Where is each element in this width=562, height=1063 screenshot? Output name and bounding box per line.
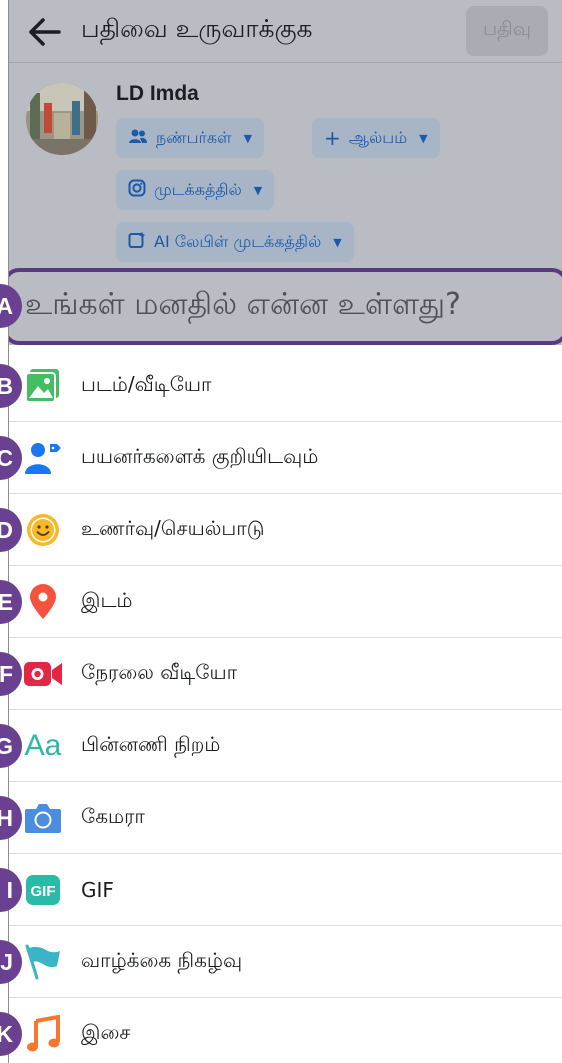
ai-label-button[interactable]: AI லேபிள் முடக்கத்தில் ▼: [116, 222, 354, 262]
option-label: வாழ்க்கை நிகழ்வு: [81, 948, 243, 972]
option-label: பின்னணி நிறம்: [81, 732, 221, 756]
post-button[interactable]: பதிவு: [466, 6, 548, 56]
background-color-icon: Aa: [24, 728, 62, 762]
option-label: கேமரா: [81, 804, 145, 828]
option-label: உணர்வு/செயல்பாடு: [81, 516, 265, 540]
instagram-icon: [128, 179, 146, 201]
svg-text:GIF: GIF: [31, 883, 56, 900]
camera-icon: [23, 798, 63, 838]
ai-label-text: AI லேபிள் முடக்கத்தில்: [154, 231, 322, 251]
option-label: GIF: [81, 877, 114, 902]
location-pin-icon: [23, 582, 63, 622]
composer-placeholder[interactable]: உங்கள் மனதில் என்ன உள்ளது?: [25, 287, 461, 326]
friends-icon: [128, 128, 148, 148]
user-name: LD Imda: [116, 82, 199, 105]
app-header: பதிவை உருவாக்குக பதிவு: [9, 0, 562, 63]
option-label: இடம்: [81, 588, 133, 612]
back-arrow-icon[interactable]: [27, 16, 61, 48]
plus-icon: +: [324, 126, 341, 150]
create-post-screen: பதிவை உருவாக்குக பதிவு LD Imda நண்பர்கள்…: [0, 0, 562, 1063]
live-video-icon: [23, 654, 63, 694]
option-location[interactable]: இடம்: [9, 566, 562, 638]
audience-friends-button[interactable]: நண்பர்கள் ▼: [116, 118, 265, 158]
instagram-share-button[interactable]: முடக்கத்தில் ▼: [116, 170, 275, 210]
album-button[interactable]: + ஆல்பம் ▼: [312, 118, 440, 158]
option-label: பயனர்களைக் குறியிடவும்: [81, 444, 319, 468]
album-label: ஆல்பம்: [348, 127, 408, 147]
chevron-down-icon: ▼: [253, 183, 263, 197]
music-note-icon: [23, 1014, 63, 1054]
option-photo-video[interactable]: படம்/வீடியோ: [9, 349, 562, 422]
chevron-down-icon: ▼: [419, 131, 428, 145]
chevron-down-icon: ▼: [243, 131, 253, 145]
option-label: நேரலை வீடியோ: [81, 660, 238, 684]
feeling-smiley-icon: [23, 510, 63, 550]
post-options-list: படம்/வீடியோ பயனர்களைக் குறியிடவும் உணர்வ…: [9, 349, 562, 1063]
gif-icon: GIF: [23, 870, 63, 910]
photo-video-icon: [23, 365, 63, 405]
option-tag-people[interactable]: பயனர்களைக் குறியிடவும்: [9, 422, 562, 494]
option-camera[interactable]: கேமரா: [9, 782, 562, 854]
option-live-video[interactable]: நேரலை வீடியோ: [9, 638, 562, 710]
post-composer[interactable]: உங்கள் மனதில் என்ன உள்ளது?: [3, 268, 562, 345]
ai-label-icon: [128, 231, 146, 253]
life-event-flag-icon: [23, 942, 63, 982]
option-gif[interactable]: GIF GIF: [9, 854, 562, 926]
option-label: படம்/வீடியோ: [81, 371, 212, 396]
page-title: பதிவை உருவாக்குக: [81, 14, 313, 43]
option-music[interactable]: இசை: [9, 998, 562, 1063]
option-feeling-activity[interactable]: உணர்வு/செயல்பாடு: [9, 494, 562, 566]
chevron-down-icon: ▼: [333, 235, 342, 249]
option-background-color[interactable]: Aa பின்னணி நிறம்: [9, 710, 562, 782]
tag-people-icon: [23, 438, 63, 478]
option-life-event[interactable]: வாழ்க்கை நிகழ்வு: [9, 926, 562, 998]
friends-label: நண்பர்கள்: [156, 127, 232, 147]
instagram-label: முடக்கத்தில்: [154, 179, 242, 199]
avatar: [26, 83, 98, 155]
option-label: இசை: [81, 1020, 131, 1044]
